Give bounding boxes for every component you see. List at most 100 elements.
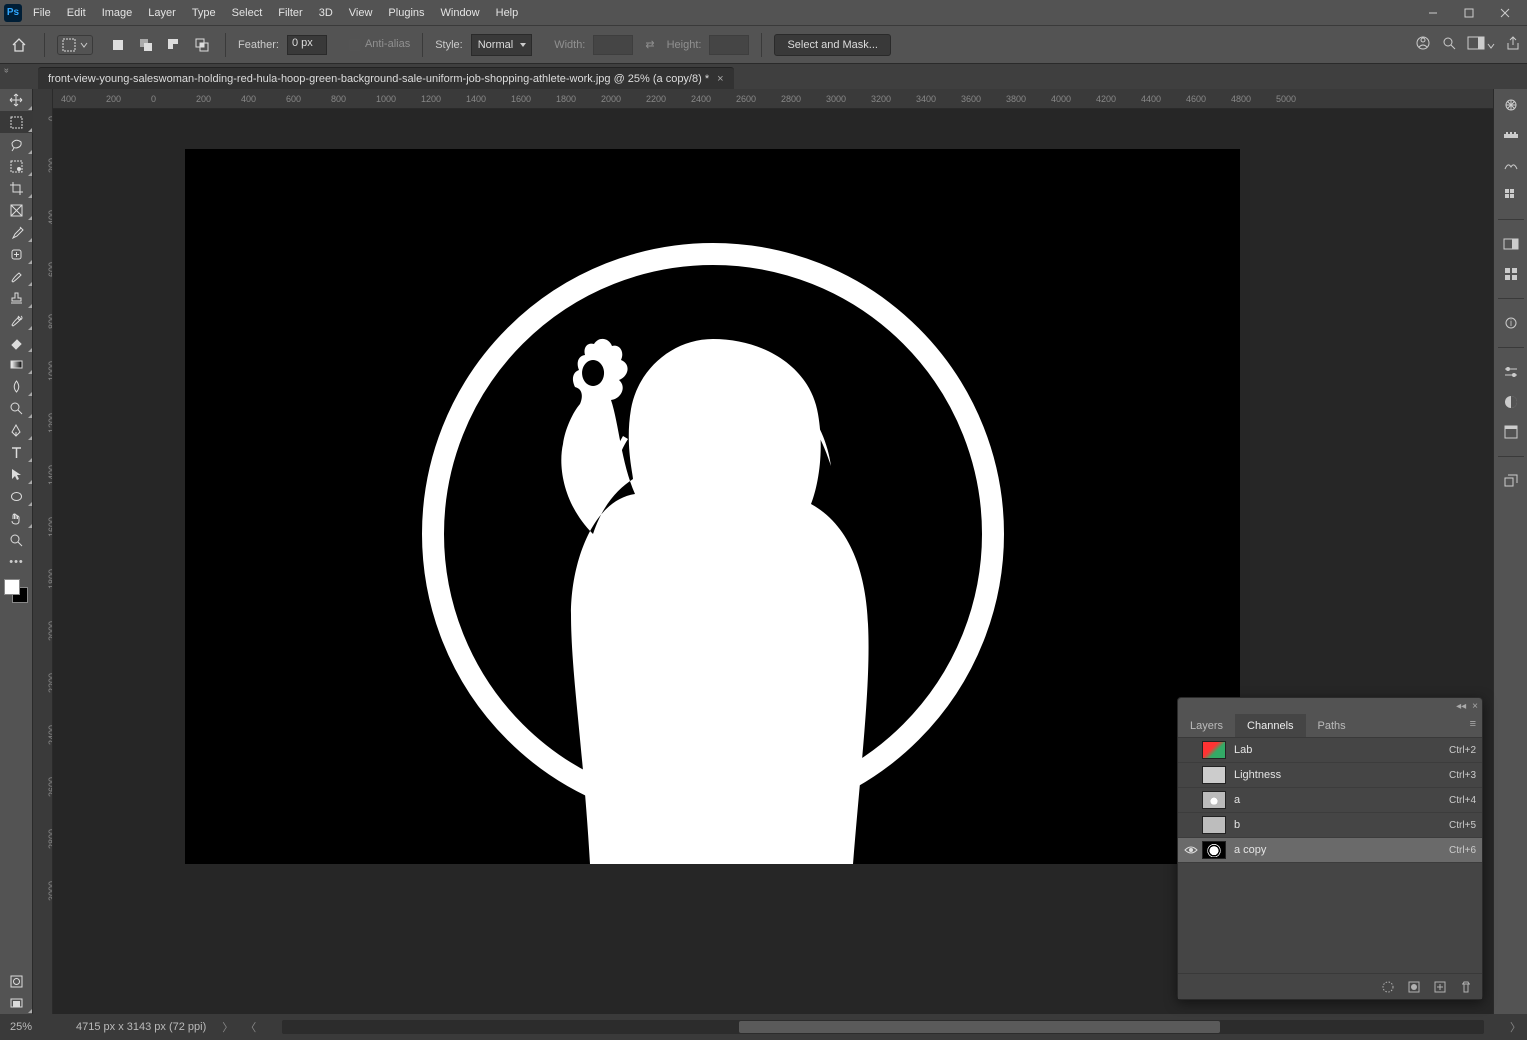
panel-collapse-icon[interactable]: ◂◂ <box>1456 701 1466 712</box>
eyedropper-tool[interactable] <box>0 221 33 243</box>
channel-thumbnail[interactable] <box>1202 766 1226 784</box>
save-selection-icon[interactable] <box>1406 979 1422 995</box>
add-selection-icon[interactable] <box>135 34 157 56</box>
channels-tab[interactable]: Channels <box>1235 714 1305 737</box>
mask-panel-icon[interactable] <box>1499 392 1523 412</box>
channel-row[interactable]: LightnessCtrl+3 <box>1178 763 1482 788</box>
share-icon[interactable] <box>1505 35 1521 54</box>
vertical-ruler[interactable]: 0200400600800100012001400160018002000220… <box>33 89 53 1014</box>
tool-preset-button[interactable] <box>57 35 93 55</box>
eraser-tool[interactable] <box>0 331 33 353</box>
horizontal-scrollbar[interactable] <box>282 1020 1484 1034</box>
visibility-eye-icon[interactable] <box>1180 845 1202 855</box>
menu-select[interactable]: Select <box>225 4 270 22</box>
menu-window[interactable]: Window <box>434 4 487 22</box>
channel-row[interactable]: aCtrl+4 <box>1178 788 1482 813</box>
styles-panel-icon[interactable] <box>1499 264 1523 284</box>
subtract-selection-icon[interactable] <box>163 34 185 56</box>
patterns-panel-icon[interactable] <box>1499 185 1523 205</box>
foreground-swatch[interactable] <box>4 579 20 595</box>
menu-help[interactable]: Help <box>489 4 526 22</box>
layers-shortcut-icon[interactable] <box>1499 471 1523 491</box>
move-tool[interactable] <box>0 89 33 111</box>
cloud-icon[interactable] <box>1415 35 1431 54</box>
horizontal-ruler[interactable]: 4002000200400600800100012001400160018002… <box>53 89 1493 109</box>
menu-type[interactable]: Type <box>185 4 223 22</box>
healing-tool[interactable] <box>0 243 33 265</box>
crop-tool[interactable] <box>0 177 33 199</box>
document-dimensions[interactable]: 4715 px x 3143 px (72 ppi) <box>66 1021 216 1033</box>
antialias-checkbox[interactable]: Anti-alias <box>349 38 410 50</box>
feather-input[interactable]: 0 px <box>287 35 327 55</box>
menu-3d[interactable]: 3D <box>312 4 340 22</box>
marquee-tool[interactable] <box>0 111 33 133</box>
menu-edit[interactable]: Edit <box>60 4 93 22</box>
channel-thumbnail[interactable] <box>1202 816 1226 834</box>
search-icon[interactable] <box>1441 35 1457 54</box>
color-swatches[interactable] <box>0 579 32 609</box>
swatches-panel-icon[interactable] <box>1499 125 1523 145</box>
history-brush-tool[interactable] <box>0 309 33 331</box>
document-tab[interactable]: front-view-young-saleswoman-holding-red-… <box>38 67 734 89</box>
shape-tool[interactable] <box>0 485 33 507</box>
new-selection-icon[interactable] <box>107 34 129 56</box>
quick-select-tool[interactable] <box>0 155 33 177</box>
channel-thumbnail[interactable] <box>1202 741 1226 759</box>
intersect-selection-icon[interactable] <box>191 34 213 56</box>
hand-tool[interactable] <box>0 507 33 529</box>
pen-tool[interactable] <box>0 419 33 441</box>
zoom-tool[interactable] <box>0 529 33 551</box>
status-scroll-left-icon[interactable]: 〈 <box>239 1019 262 1035</box>
minimize-button[interactable] <box>1415 0 1451 25</box>
workspace-switcher-icon[interactable] <box>1467 36 1495 53</box>
maximize-button[interactable] <box>1451 0 1487 25</box>
zoom-level[interactable]: 25% <box>0 1021 66 1033</box>
color-panel-icon[interactable] <box>1499 95 1523 115</box>
paths-tab[interactable]: Paths <box>1306 714 1358 737</box>
gradient-tool[interactable] <box>0 353 33 375</box>
dodge-tool[interactable] <box>0 397 33 419</box>
document-canvas[interactable] <box>185 149 1240 864</box>
delete-channel-icon[interactable] <box>1458 979 1474 995</box>
panel-close-icon[interactable]: × <box>1472 701 1478 712</box>
screenmode-icon[interactable] <box>0 992 33 1014</box>
style-select[interactable]: Normal <box>471 34 532 56</box>
menu-plugins[interactable]: Plugins <box>381 4 431 22</box>
toolbar-expander-icon[interactable]: » <box>2 68 12 73</box>
frame-tool[interactable] <box>0 199 33 221</box>
type-tool[interactable] <box>0 441 33 463</box>
channel-thumbnail[interactable] <box>1202 841 1226 859</box>
properties-panel-icon[interactable]: i <box>1499 313 1523 333</box>
close-tab-icon[interactable]: × <box>717 73 723 85</box>
close-button[interactable] <box>1487 0 1523 25</box>
adjustments-panel-icon[interactable] <box>1499 234 1523 254</box>
menu-layer[interactable]: Layer <box>141 4 183 22</box>
adjust-sliders-icon[interactable] <box>1499 362 1523 382</box>
scrollbar-thumb[interactable] <box>739 1021 1220 1033</box>
lasso-tool[interactable] <box>0 133 33 155</box>
status-scroll-right-icon[interactable]: 〉 <box>1504 1019 1527 1035</box>
new-channel-icon[interactable] <box>1432 979 1448 995</box>
path-select-tool[interactable] <box>0 463 33 485</box>
panel-menu-icon[interactable]: ≡ <box>1464 714 1482 737</box>
quickmask-icon[interactable] <box>0 970 33 992</box>
menu-filter[interactable]: Filter <box>271 4 309 22</box>
stamp-tool[interactable] <box>0 287 33 309</box>
menu-view[interactable]: View <box>342 4 380 22</box>
home-icon[interactable] <box>6 32 32 58</box>
select-and-mask-button[interactable]: Select and Mask... <box>774 34 891 56</box>
menu-file[interactable]: File <box>26 4 58 22</box>
blur-tool[interactable] <box>0 375 33 397</box>
load-selection-icon[interactable] <box>1380 979 1396 995</box>
edit-toolbar-icon[interactable]: ••• <box>0 551 33 573</box>
menu-image[interactable]: Image <box>95 4 140 22</box>
channel-row[interactable]: LabCtrl+2 <box>1178 738 1482 763</box>
channel-thumbnail[interactable] <box>1202 791 1226 809</box>
channel-row[interactable]: a copyCtrl+6 <box>1178 838 1482 863</box>
libraries-panel-icon[interactable] <box>1499 422 1523 442</box>
layers-tab[interactable]: Layers <box>1178 714 1235 737</box>
channel-row[interactable]: bCtrl+5 <box>1178 813 1482 838</box>
gradients-panel-icon[interactable] <box>1499 155 1523 175</box>
brush-tool[interactable] <box>0 265 33 287</box>
status-arrow-icon[interactable]: 〉 <box>216 1019 239 1035</box>
